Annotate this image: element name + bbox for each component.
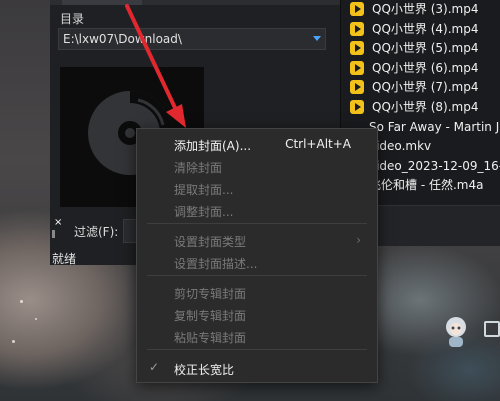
menu-item-label: 剪切专辑封面 (174, 287, 247, 301)
menu-item-label: 粘贴专辑封面 (174, 331, 247, 345)
menu-item-paste-album-cover[interactable]: 粘贴专辑封面 (137, 325, 377, 347)
file-name: QQ小世界 (8).mp4 (372, 100, 479, 114)
file-name: video_2023-12-09_16- (369, 158, 500, 173)
directory-input[interactable] (59, 29, 315, 49)
menu-item-add-cover[interactable]: 添加封面(A)... Ctrl+Alt+A (137, 133, 377, 155)
file-name: 飞伦和槽 - 任然.m4a (369, 178, 484, 193)
play-file-icon (350, 41, 364, 56)
filter-label: 过滤(F): (74, 225, 119, 239)
app-top-bar (50, 0, 340, 5)
menu-item-label: 调整封面... (174, 205, 234, 219)
panel-handle[interactable] (52, 230, 55, 238)
play-file-icon (350, 21, 364, 36)
play-file-icon (350, 60, 364, 75)
menu-separator (147, 275, 367, 276)
file-name: QQ小世界 (7).mp4 (372, 80, 479, 95)
status-text: 就绪 (52, 252, 77, 266)
menu-item-label: 设置封面描述... (174, 257, 258, 271)
file-name: So Far Away - Martin J (369, 119, 500, 134)
close-icon[interactable]: × (54, 217, 62, 228)
mascot-icon (441, 315, 471, 349)
play-file-icon (350, 2, 364, 16)
top-tab[interactable] (62, 0, 142, 5)
file-name: QQ小世界 (3).mp4 (372, 2, 479, 16)
context-menu: 添加封面(A)... Ctrl+Alt+A 清除封面提取封面... 调整封面... 设置… (136, 128, 378, 383)
file-list-item[interactable]: QQ小世界 (7).mp4 (341, 77, 500, 97)
file-list-item[interactable]: QQ小世界 (5).mp4 (341, 38, 500, 58)
menu-item-set-cover-type[interactable]: 设置封面类型 › (137, 229, 377, 251)
file-name: QQ小世界 (5).mp4 (372, 41, 479, 56)
menu-item-cut-album-cover[interactable]: 剪切专辑封面 (137, 281, 377, 303)
play-file-icon (350, 100, 364, 114)
chevron-down-icon[interactable] (313, 36, 321, 41)
menu-item-shortcut: Ctrl+Alt+A (285, 137, 351, 151)
file-name: video.mkv (369, 139, 432, 154)
menu-separator (147, 223, 367, 224)
file-name: QQ小世界 (4).mp4 (372, 21, 479, 36)
chevron-right-icon: › (356, 233, 361, 247)
play-file-icon (350, 80, 364, 95)
window-square-icon[interactable] (484, 321, 500, 337)
file-list-item[interactable]: QQ小世界 (8).mp4 (341, 97, 500, 117)
file-list-item[interactable]: QQ小世界 (4).mp4 (341, 19, 500, 39)
menu-item-correct-aspect-ratio[interactable]: ✓ 校正长宽比 (137, 357, 377, 379)
menu-item-set-cover-description[interactable]: 设置封面描述... (137, 251, 377, 273)
menu-item-label: 清除封面 (174, 161, 223, 175)
file-list-item[interactable]: QQ小世界 (6).mp4 (341, 58, 500, 78)
menu-item-label: 校正长宽比 (174, 363, 235, 377)
menu-item-copy-album-cover[interactable]: 复制专辑封面 (137, 303, 377, 325)
menu-item-clear-cover[interactable]: 清除封面 (137, 155, 377, 177)
menu-item-adjust-cover[interactable]: 调整封面... (137, 199, 377, 221)
check-icon: ✓ (149, 360, 160, 374)
directory-label: 目录 (60, 12, 85, 26)
menu-item-label: 添加封面(A)... (174, 139, 252, 153)
file-name: QQ小世界 (6).mp4 (372, 60, 479, 75)
directory-combobox[interactable] (58, 28, 326, 50)
menu-item-label: 复制专辑封面 (174, 309, 247, 323)
menu-separator (147, 349, 367, 350)
menu-item-label: 提取封面... (174, 183, 234, 197)
file-list-item[interactable]: QQ小世界 (3).mp4 (341, 0, 500, 19)
menu-item-label: 设置封面类型 (174, 235, 247, 249)
menu-item-extract-cover[interactable]: 提取封面... (137, 177, 377, 199)
